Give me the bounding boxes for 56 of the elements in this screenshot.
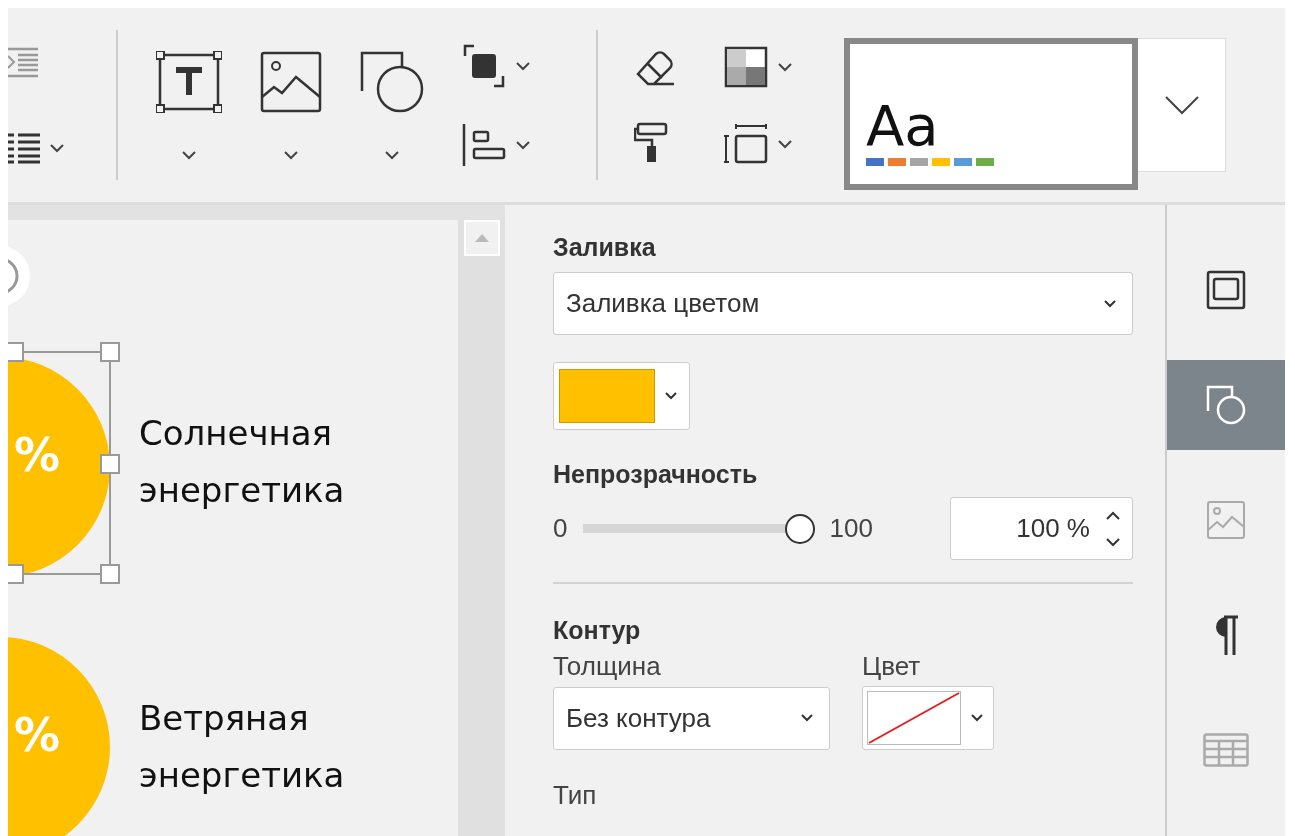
field-label: Толщина [553,651,662,682]
field-label: Цвет [862,651,921,682]
table-icon [1203,733,1249,767]
caret-icon [801,714,813,722]
shape-icon [1206,385,1246,425]
outline-color-picker[interactable] [862,686,994,750]
arrange-icon[interactable] [462,44,506,88]
theme-sample-text: Aa [866,98,940,154]
caret-icon [665,392,677,400]
slider-max-label: 100 [829,513,873,544]
resize-handle[interactable] [8,342,24,362]
up-arrow-icon [474,234,489,242]
fill-color-picker[interactable] [553,362,690,430]
slider-min-label: 0 [553,513,568,544]
slide-text: Ветряная энергетика [139,697,346,797]
section-title: Заливка [553,233,656,262]
caret-icon[interactable] [778,139,792,149]
theme-preview[interactable]: Aa [844,38,1138,190]
caret-icon [1104,299,1116,308]
resize-handle[interactable] [100,342,120,362]
resize-handle[interactable] [100,454,120,474]
section-title: Непрозрачность [553,460,758,489]
field-label: Тип [553,780,597,811]
eraser-icon[interactable] [634,48,676,86]
caret-icon[interactable] [516,140,530,150]
slide-text: Солнечная энергетика [139,412,346,512]
text-box-icon[interactable] [156,50,222,113]
caret-icon[interactable] [385,150,399,160]
align-icon[interactable] [462,124,506,166]
image-icon[interactable] [260,50,322,113]
opacity-spin-field[interactable]: 100 % [950,497,1133,560]
slide-size-icon[interactable] [724,124,768,164]
resize-handle[interactable] [8,564,24,584]
caret-icon[interactable] [516,61,530,71]
slide-icon [1206,270,1246,310]
shape-settings-tab[interactable] [1167,360,1285,450]
percent-label: % [14,712,61,758]
caret-icon[interactable] [182,150,196,160]
caret-icon [1163,95,1200,115]
section-title: Контур [553,616,641,645]
list-icon[interactable] [8,132,40,164]
color-scheme-icon[interactable] [724,46,768,88]
fill-type-dropdown[interactable]: Заливка цветом [553,272,1133,335]
paint-roller-icon[interactable] [634,122,668,162]
slider-thumb[interactable] [785,513,816,544]
shape-icon[interactable] [360,50,424,113]
scrollbar[interactable] [458,205,505,836]
caret-icon [971,714,983,722]
image-icon [1206,500,1246,540]
caret-icon[interactable] [778,62,792,72]
caret-icon[interactable] [50,143,64,153]
caret-icon[interactable] [284,150,298,160]
percent-label: % [14,432,61,478]
resize-handle[interactable] [100,564,120,584]
spin-arrows-icon[interactable] [1106,510,1120,547]
thickness-dropdown[interactable]: Без контура [553,686,830,750]
